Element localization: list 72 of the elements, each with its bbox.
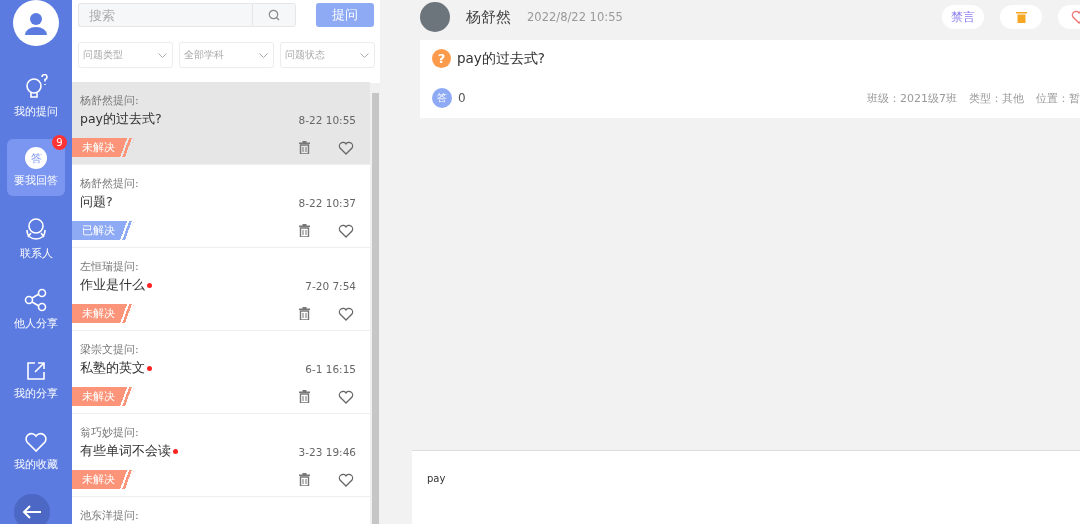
question-title: 作业是什么 <box>80 277 145 294</box>
filter-dropdown[interactable]: 问题类型 <box>78 42 173 68</box>
question-time: 8-22 10:55 <box>298 113 356 126</box>
asker-label: 梁崇文提问: <box>80 342 140 357</box>
search-field[interactable]: 搜索 <box>78 3 252 27</box>
status-tag: 未解决 <box>72 470 134 489</box>
left-arrow-icon <box>22 504 42 520</box>
chevron-down-icon <box>360 52 369 58</box>
trash-icon <box>1015 11 1027 23</box>
avatar-photo-placeholder <box>420 2 450 32</box>
status-tag: 未解决 <box>72 387 134 406</box>
chevron-down-icon <box>158 52 167 58</box>
question-time: 6-1 16:15 <box>305 362 356 375</box>
search-button[interactable] <box>252 3 296 27</box>
search-icon <box>268 9 280 21</box>
sidebar-item[interactable]: 联系人 <box>7 210 65 267</box>
trash-icon[interactable] <box>299 306 310 320</box>
question-time: 3-23 19:46 <box>298 445 356 458</box>
back-button[interactable] <box>14 494 50 524</box>
heart-icon[interactable] <box>338 389 354 404</box>
filter-dropdown[interactable]: 问题状态 <box>280 42 375 68</box>
reply-field[interactable]: pay <box>412 450 1080 524</box>
answer-mark-icon: 答 <box>432 88 452 108</box>
asker-label: 左恒瑞提问: <box>80 259 140 274</box>
person-hands-icon <box>23 216 49 242</box>
status-tag: 未解决 <box>72 138 134 157</box>
asker-label: 池东洋提问: <box>80 508 140 523</box>
filter-dropdown[interactable]: 全部学科 <box>179 42 274 68</box>
question-meta: 班级：2021级7班 <box>867 90 957 106</box>
question-text: pay的过去式? <box>457 49 545 68</box>
heart-icon[interactable] <box>338 472 354 487</box>
question-title: 私塾的英文 <box>80 360 145 377</box>
question-list-item[interactable]: 杨舒然提问: pay的过去式? 8-22 10:55 未解决 <box>72 82 370 165</box>
question-date: 2022/8/22 10:55 <box>527 10 623 24</box>
sidebar-item[interactable]: 我的提问 <box>7 68 65 125</box>
heart-icon[interactable] <box>338 306 354 321</box>
trash-icon[interactable] <box>299 223 310 237</box>
answer-count: 0 <box>458 91 466 105</box>
question-meta: 位置：暂 <box>1036 90 1080 106</box>
question-title: pay的过去式? <box>80 111 162 128</box>
trash-icon[interactable] <box>299 472 310 486</box>
question-title: 有些单词不会读 <box>80 443 171 460</box>
mute-button[interactable]: 禁言 <box>942 5 984 29</box>
trash-icon[interactable] <box>299 389 310 403</box>
external-link-icon <box>25 360 47 382</box>
chevron-down-icon <box>259 52 268 58</box>
question-mark-icon: ? <box>432 49 451 68</box>
question-time: 8-22 10:37 <box>298 196 356 209</box>
asker-name: 杨舒然 <box>466 7 511 27</box>
user-avatar[interactable] <box>13 0 59 46</box>
lightbulb-question-icon <box>23 74 49 100</box>
question-meta: 类型：其他 <box>969 90 1024 106</box>
status-tag: 未解决 <box>72 304 134 323</box>
trash-icon[interactable] <box>299 140 310 154</box>
person-silhouette-icon <box>24 11 48 35</box>
status-tag: 已解决 <box>72 221 134 240</box>
sidebar-item[interactable]: 我的分享 <box>7 352 65 409</box>
heart-icon[interactable] <box>338 223 354 238</box>
sidebar-item[interactable]: 他人分享 <box>7 281 65 338</box>
asker-label: 杨舒然提问: <box>80 176 140 191</box>
sidebar-item[interactable]: 我的收藏 <box>7 423 65 480</box>
question-title: 问题? <box>80 194 113 211</box>
heart-icon <box>24 431 48 453</box>
question-time: 7-20 7:54 <box>305 279 356 292</box>
ask-button[interactable]: 提问 <box>316 3 374 27</box>
scrollbar[interactable] <box>370 83 380 524</box>
answer-bubble-icon: 答 <box>25 147 47 169</box>
share-icon <box>24 288 48 312</box>
asker-label: 翁巧妙提问: <box>80 425 140 440</box>
heart-icon[interactable] <box>338 140 354 155</box>
count-badge: 9 <box>52 135 67 150</box>
asker-label: 杨舒然提问: <box>80 93 140 108</box>
